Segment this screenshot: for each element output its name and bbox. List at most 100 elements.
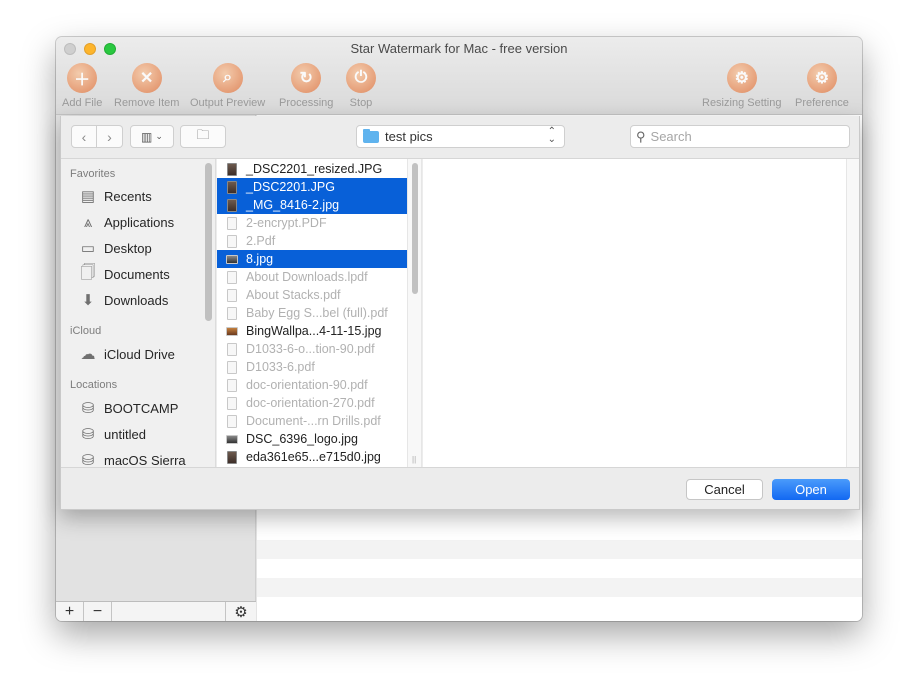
- file-name: eda361e65...e715d0.jpg: [246, 450, 381, 464]
- column-resize-handle[interactable]: ||: [412, 455, 416, 464]
- sidebar-item-documents[interactable]: 🗍 Documents: [79, 264, 170, 284]
- image-file-icon: [227, 198, 237, 212]
- sidebar-item-label: Applications: [104, 214, 175, 230]
- user-gear-icon: ⚙: [806, 63, 837, 93]
- sidebar-scrollbar[interactable]: [205, 163, 212, 321]
- cancel-button[interactable]: Cancel: [686, 479, 763, 500]
- table-row: [257, 540, 862, 559]
- file-row[interactable]: doc-orientation-270.pdf: [217, 394, 407, 412]
- sidebar-item-macos-sierra[interactable]: ⛁ macOS Sierra: [79, 450, 186, 470]
- sidebar-item-downloads[interactable]: ⬇ Downloads: [79, 290, 169, 310]
- pdf-file-icon: [227, 216, 237, 230]
- file-row[interactable]: 2-encrypt.PDF: [217, 214, 407, 232]
- recents-icon: ▤: [80, 188, 96, 205]
- disk-icon: ⛁: [81, 426, 95, 443]
- file-row[interactable]: D1033-6-o...tion-90.pdf: [217, 340, 407, 358]
- add-file-button[interactable]: ＋ Add File: [62, 63, 102, 109]
- file-row[interactable]: _DSC2201_resized.JPG: [217, 160, 407, 178]
- file-row[interactable]: D1033-6.pdf: [217, 358, 407, 376]
- documents-icon: 🗍: [80, 263, 96, 281]
- sidebar-item-desktop[interactable]: ▭ Desktop: [79, 238, 152, 258]
- resizing-setting-button[interactable]: ⚙ Resizing Setting: [702, 63, 782, 109]
- stop-button[interactable]: ⏻ Stop: [346, 63, 376, 109]
- desktop-icon: ▭: [80, 240, 96, 257]
- file-name: Baby Egg S...bel (full).pdf: [246, 306, 388, 320]
- sidebar-item-label: Recents: [104, 188, 152, 204]
- file-row[interactable]: _MG_8416-2.jpg: [217, 196, 407, 214]
- forward-button[interactable]: ›: [97, 125, 123, 148]
- image-file-icon: [226, 254, 238, 264]
- pdf-file-icon: [227, 234, 237, 248]
- file-row[interactable]: Baby Egg S...bel (full).pdf: [217, 304, 407, 322]
- file-row[interactable]: _DSC2201.JPG: [217, 178, 407, 196]
- navigation-buttons: ‹ ›: [71, 125, 123, 148]
- file-row[interactable]: About Stacks.pdf: [217, 286, 407, 304]
- chevron-down-icon: ⌄: [155, 131, 163, 141]
- sidebar-item-icloud-drive[interactable]: ☁ iCloud Drive: [79, 344, 175, 364]
- sidebar-item-untitled[interactable]: ⛁ untitled: [79, 424, 146, 444]
- folder-icon: [363, 128, 379, 143]
- downloads-icon: ⬇: [81, 292, 95, 309]
- sidebar-item-bootcamp[interactable]: ⛁ BOOTCAMP: [79, 398, 179, 418]
- file-row[interactable]: eda361e65...e715d0.jpg: [217, 448, 407, 466]
- image-file-icon: [227, 162, 237, 176]
- file-column-scrollbar[interactable]: ||: [407, 159, 422, 467]
- processing-label: Processing: [279, 97, 334, 109]
- file-row[interactable]: 8.jpg: [217, 250, 407, 268]
- file-name: D1033-6-o...tion-90.pdf: [246, 342, 375, 356]
- file-name: _MG_8416-2.jpg: [246, 198, 340, 212]
- file-row[interactable]: About Downloads.lpdf: [217, 268, 407, 286]
- pdf-file-icon: [227, 342, 237, 356]
- file-name: _DSC2201.JPG: [246, 180, 335, 194]
- sidebar-heading-favorites: Favorites: [70, 168, 116, 180]
- titlebar: Star Watermark for Mac - free version ＋ …: [56, 37, 862, 115]
- file-row[interactable]: doc-orientation-90.pdf: [217, 376, 407, 394]
- file-name: Document-...rn Drills.pdf: [246, 414, 381, 428]
- sidebar-heading-locations: Locations: [70, 379, 118, 391]
- search-input[interactable]: [650, 129, 831, 144]
- sidebar-item-applications[interactable]: ⩓ Applications: [79, 212, 174, 232]
- sidebar-item-recents[interactable]: ▤ Recents: [79, 186, 152, 206]
- file-browser: Favorites ▤ Recents ⩓ Applications ▭ Des…: [61, 158, 859, 470]
- scroll-thumb[interactable]: [412, 163, 418, 294]
- file-name: 2-encrypt.PDF: [246, 216, 327, 230]
- new-folder-button[interactable]: 🗀: [180, 125, 226, 148]
- sidebar-item-label: iCloud Drive: [104, 346, 175, 362]
- file-column: _DSC2201_resized.JPG _DSC2201.JPG _MG_8416…: [217, 159, 407, 467]
- open-button[interactable]: Open: [772, 479, 850, 500]
- pdf-file-icon: [227, 414, 237, 428]
- sidebar: Favorites ▤ Recents ⩓ Applications ▭ Des…: [61, 159, 216, 470]
- updown-chevron-icon: ⌃ ⌄: [547, 126, 556, 145]
- image-file-icon: [227, 180, 237, 194]
- sidebar-item-label: untitled: [104, 426, 146, 442]
- file-name: BingWallpa...4-11-15.jpg: [246, 324, 382, 338]
- file-row[interactable]: DSC_6396_logo.jpg: [217, 430, 407, 448]
- file-name: _DSC2201_resized.JPG: [246, 162, 383, 176]
- chevron-right-icon: ›: [107, 128, 112, 145]
- file-name: DSC_6396_logo.jpg: [246, 432, 358, 446]
- preview-column-scrollbar[interactable]: [846, 159, 859, 467]
- sidebar-item-label: BOOTCAMP: [104, 400, 179, 416]
- file-row[interactable]: 2.Pdf: [217, 232, 407, 250]
- view-mode-button[interactable]: ▥ ⌄: [130, 125, 174, 148]
- back-button[interactable]: ‹: [71, 125, 97, 148]
- preference-button[interactable]: ⚙ Preference: [795, 63, 849, 109]
- remove-button[interactable]: −: [84, 602, 112, 621]
- gear-icon[interactable]: ⚙: [226, 602, 256, 621]
- add-button[interactable]: +: [56, 602, 84, 621]
- file-row[interactable]: Document-...rn Drills.pdf: [217, 412, 407, 430]
- location-popup[interactable]: test pics ⌃ ⌄: [356, 125, 565, 148]
- search-field[interactable]: ⚲: [630, 125, 850, 148]
- file-name: doc-orientation-90.pdf: [246, 378, 368, 392]
- output-preview-label: Output Preview: [190, 97, 266, 109]
- image-file-icon: [226, 326, 238, 336]
- stop-icon: ⏻: [346, 63, 376, 93]
- remove-item-button[interactable]: ✕ Remove Item: [114, 63, 179, 109]
- remove-icon: ✕: [131, 63, 162, 93]
- output-preview-button[interactable]: ⌕ Output Preview: [190, 63, 265, 109]
- file-name: 2.Pdf: [246, 234, 276, 248]
- processing-icon: ↻: [291, 63, 322, 93]
- pdf-file-icon: [227, 288, 237, 302]
- file-row[interactable]: BingWallpa...4-11-15.jpg: [217, 322, 407, 340]
- processing-button[interactable]: ↻ Processing: [279, 63, 333, 109]
